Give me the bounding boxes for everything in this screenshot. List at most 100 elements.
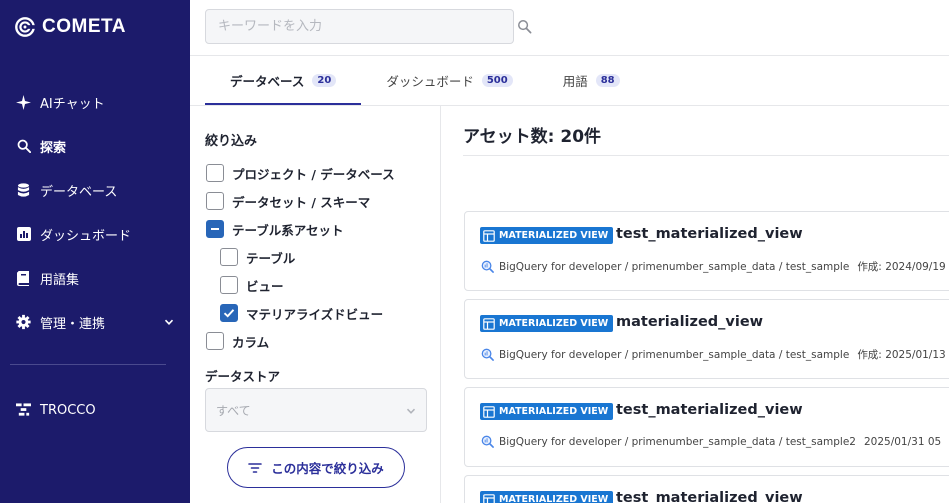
asset-name[interactable]: test_materialized_view <box>616 226 803 242</box>
tab-label: 用語 <box>562 74 588 89</box>
check-icon <box>223 309 235 318</box>
sidebar-divider <box>10 364 166 365</box>
asset-card[interactable]: MATERIALIZED VIEW test_materialized_view <box>464 475 949 503</box>
apply-filter-button[interactable]: この内容で絞り込み <box>227 447 405 488</box>
checkbox-label: テーブル系アセット <box>232 222 344 238</box>
asset-type-badge: MATERIALIZED VIEW <box>480 315 614 332</box>
asset-name[interactable]: materialized_view <box>616 314 763 330</box>
bigquery-icon <box>481 260 494 273</box>
sidebar-trocco-section: TROCCO <box>0 388 190 432</box>
tab-label: データベース <box>230 74 305 89</box>
gear-icon <box>16 314 31 330</box>
checkbox-checked[interactable] <box>220 304 238 322</box>
cometa-logo-icon <box>15 17 36 37</box>
sidebar-item-label: データベース <box>40 184 118 200</box>
bigquery-icon <box>481 435 494 448</box>
sidebar-item-label: 管理・連携 <box>40 316 106 332</box>
asset-type-label: MATERIALIZED VIEW <box>499 318 609 329</box>
asset-path: BigQuery for developer / primenumber_sam… <box>499 260 850 273</box>
asset-card[interactable]: MATERIALIZED VIEW materialized_view BigQ… <box>464 299 949 379</box>
tab-dashboard[interactable]: ダッシュボード 500 <box>361 56 537 105</box>
sidebar-item-glossary[interactable]: 用語集 <box>0 256 190 300</box>
asset-card[interactable]: MATERIALIZED VIEW test_materialized_view… <box>464 387 949 467</box>
datastore-select-value: すべて <box>216 403 251 418</box>
asset-created-date: 作成: 2024/09/19 04: <box>857 261 949 273</box>
sidebar-item-trocco[interactable]: TROCCO <box>0 388 190 432</box>
asset-card[interactable]: MATERIALIZED VIEW test_materialized_view… <box>464 211 949 291</box>
filter-icon <box>248 462 263 473</box>
tab-database[interactable]: データベース 20 <box>205 56 362 105</box>
glossary-icon <box>16 270 31 286</box>
asset-type-label: MATERIALIZED VIEW <box>499 406 609 417</box>
checkbox[interactable] <box>206 332 224 350</box>
dashboard-icon <box>16 227 31 242</box>
sidebar-item-label: AIチャット <box>40 96 105 112</box>
filter-option-dataset-schema[interactable]: データセット / スキーマ <box>206 191 370 211</box>
app-logo[interactable]: COMETA <box>14 15 126 39</box>
filter-option-view[interactable]: ビュー <box>220 275 284 295</box>
search-icon[interactable] <box>517 19 532 34</box>
materialized-view-icon <box>483 317 495 330</box>
asset-type-label: MATERIALIZED VIEW <box>499 494 609 503</box>
sidebar-item-ai-chat[interactable]: AIチャット <box>0 80 190 124</box>
datastore-title: データストア <box>205 369 281 384</box>
search-input[interactable] <box>206 10 513 43</box>
count-badge: 500 <box>481 74 513 87</box>
results-divider <box>463 155 949 156</box>
app-name: COMETA <box>42 16 126 37</box>
checkbox[interactable] <box>220 248 238 266</box>
asset-meta: BigQuery for developer / primenumber_sam… <box>481 435 941 448</box>
asset-meta: BigQuery for developer / primenumber_sam… <box>481 259 949 274</box>
asset-path: BigQuery for developer / primenumber_sam… <box>499 348 850 361</box>
checkbox-label: テーブル <box>246 250 296 266</box>
filter-option-project-database[interactable]: プロジェクト / データベース <box>206 163 395 183</box>
search-box <box>205 9 514 44</box>
sidebar-item-label: 用語集 <box>40 272 80 288</box>
tab-glossary[interactable]: 用語 88 <box>538 56 645 105</box>
checkbox-label: データセット / スキーマ <box>232 194 371 210</box>
checkbox-indeterminate[interactable] <box>206 220 224 238</box>
sidebar-item-explore[interactable]: 探索 <box>0 124 190 168</box>
chevron-down-icon <box>406 408 416 414</box>
asset-created-date: 2025/01/31 05 <box>863 435 942 448</box>
asset-meta: BigQuery for developer / primenumber_sam… <box>481 347 949 362</box>
sparkle-icon <box>16 94 31 110</box>
sidebar-nav: AIチャット 探索 データベース ダッシュボード 用語集 管理・連携 <box>0 80 190 344</box>
trocco-icon <box>16 403 31 418</box>
materialized-view-icon <box>483 229 495 242</box>
count-badge: 20 <box>312 74 337 87</box>
checkbox[interactable] <box>220 276 238 294</box>
filter-option-materialized-view[interactable]: マテリアライズドビュー <box>220 303 383 323</box>
minus-icon <box>211 228 219 230</box>
chevron-down-icon[interactable] <box>164 317 174 327</box>
bigquery-icon <box>481 348 494 361</box>
asset-created-date: 作成: 2025/01/13 22:2 <box>857 349 949 361</box>
filter-option-table[interactable]: テーブル <box>220 247 295 267</box>
tab-label: ダッシュボード <box>386 74 474 89</box>
asset-type-badge: MATERIALIZED VIEW <box>480 491 614 503</box>
sidebar-item-admin[interactable]: 管理・連携 <box>0 300 190 344</box>
sidebar-item-label: ダッシュボード <box>40 228 132 244</box>
filter-option-column[interactable]: カラム <box>206 331 269 351</box>
sidebar-item-label: 探索 <box>40 140 67 156</box>
asset-type-badge: MATERIALIZED VIEW <box>480 227 614 244</box>
asset-name[interactable]: test_materialized_view <box>616 402 803 418</box>
asset-type-label: MATERIALIZED VIEW <box>499 230 609 241</box>
sidebar-item-database[interactable]: データベース <box>0 168 190 212</box>
sidebar: COMETA AIチャット 探索 データベース ダッシュボード 用語集 管理・連… <box>0 0 190 503</box>
sidebar-item-dashboard[interactable]: ダッシュボード <box>0 212 190 256</box>
count-badge: 88 <box>595 74 620 87</box>
category-tabs: データベース 20 ダッシュボード 500 用語 88 <box>205 56 645 105</box>
materialized-view-icon <box>483 405 495 418</box>
filter-option-table-assets[interactable]: テーブル系アセット <box>206 219 344 239</box>
filter-title: 絞り込み <box>205 134 258 149</box>
checkbox[interactable] <box>206 192 224 210</box>
search-icon <box>16 139 31 154</box>
asset-name[interactable]: test_materialized_view <box>616 490 803 503</box>
filter-panel: 絞り込み プロジェクト / データベース データセット / スキーマ テーブル系… <box>190 106 441 503</box>
checkbox[interactable] <box>206 164 224 182</box>
datastore-select[interactable]: すべて <box>205 388 427 432</box>
materialized-view-icon <box>483 493 495 503</box>
asset-path: BigQuery for developer / primenumber_sam… <box>499 435 856 448</box>
results-count-title: アセット数: 20件 <box>463 127 602 147</box>
